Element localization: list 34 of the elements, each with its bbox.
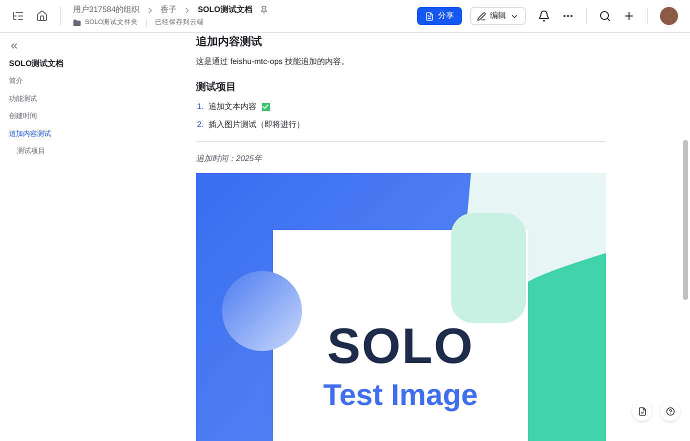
home-icon[interactable]: [36, 10, 48, 22]
help-icon: [666, 406, 674, 416]
image-title: SOLO: [327, 320, 474, 370]
bell-icon[interactable]: [538, 10, 550, 22]
share-button[interactable]: 分享: [417, 7, 462, 25]
folder-icon: [73, 19, 81, 27]
outline-icon[interactable]: [12, 10, 24, 22]
paragraph: 这是通过 feishu-mtc-ops 技能追加的内容。: [196, 56, 350, 68]
document-check-icon: [638, 406, 646, 416]
plus-icon[interactable]: [623, 10, 635, 22]
help-button[interactable]: [660, 401, 680, 421]
chevron-right-icon: [148, 6, 153, 14]
list-number: 2.: [197, 118, 204, 130]
breadcrumb-link[interactable]: 用户317584的组织: [73, 4, 140, 16]
pen-icon: [477, 12, 486, 20]
list-number: 1.: [197, 100, 204, 112]
heading: 追加内容测试: [196, 34, 263, 50]
breadcrumb-link[interactable]: 香子: [160, 4, 177, 16]
edit-button[interactable]: 编辑: [470, 7, 526, 25]
collapse-icon[interactable]: [9, 41, 19, 51]
doc-check-button[interactable]: [632, 401, 652, 421]
list-text: 插入图片测试（即将进行）: [208, 118, 305, 130]
pin-icon[interactable]: [260, 6, 268, 14]
list-text: 追加文本内容: [208, 100, 257, 112]
avatar[interactable]: [660, 7, 678, 25]
outline-title[interactable]: SOLO测试文档: [9, 58, 190, 70]
subheading: 测试项目: [196, 80, 237, 94]
scrollbar[interactable]: [683, 140, 688, 300]
chevron-right-icon: [184, 6, 190, 14]
document-icon: [425, 12, 434, 20]
breadcrumb-link[interactable]: SOLO测试文档: [198, 4, 252, 16]
note: 追加时间：2025年: [196, 152, 264, 164]
search-icon[interactable]: [599, 10, 611, 22]
image-subtitle: Test Image: [323, 380, 478, 410]
